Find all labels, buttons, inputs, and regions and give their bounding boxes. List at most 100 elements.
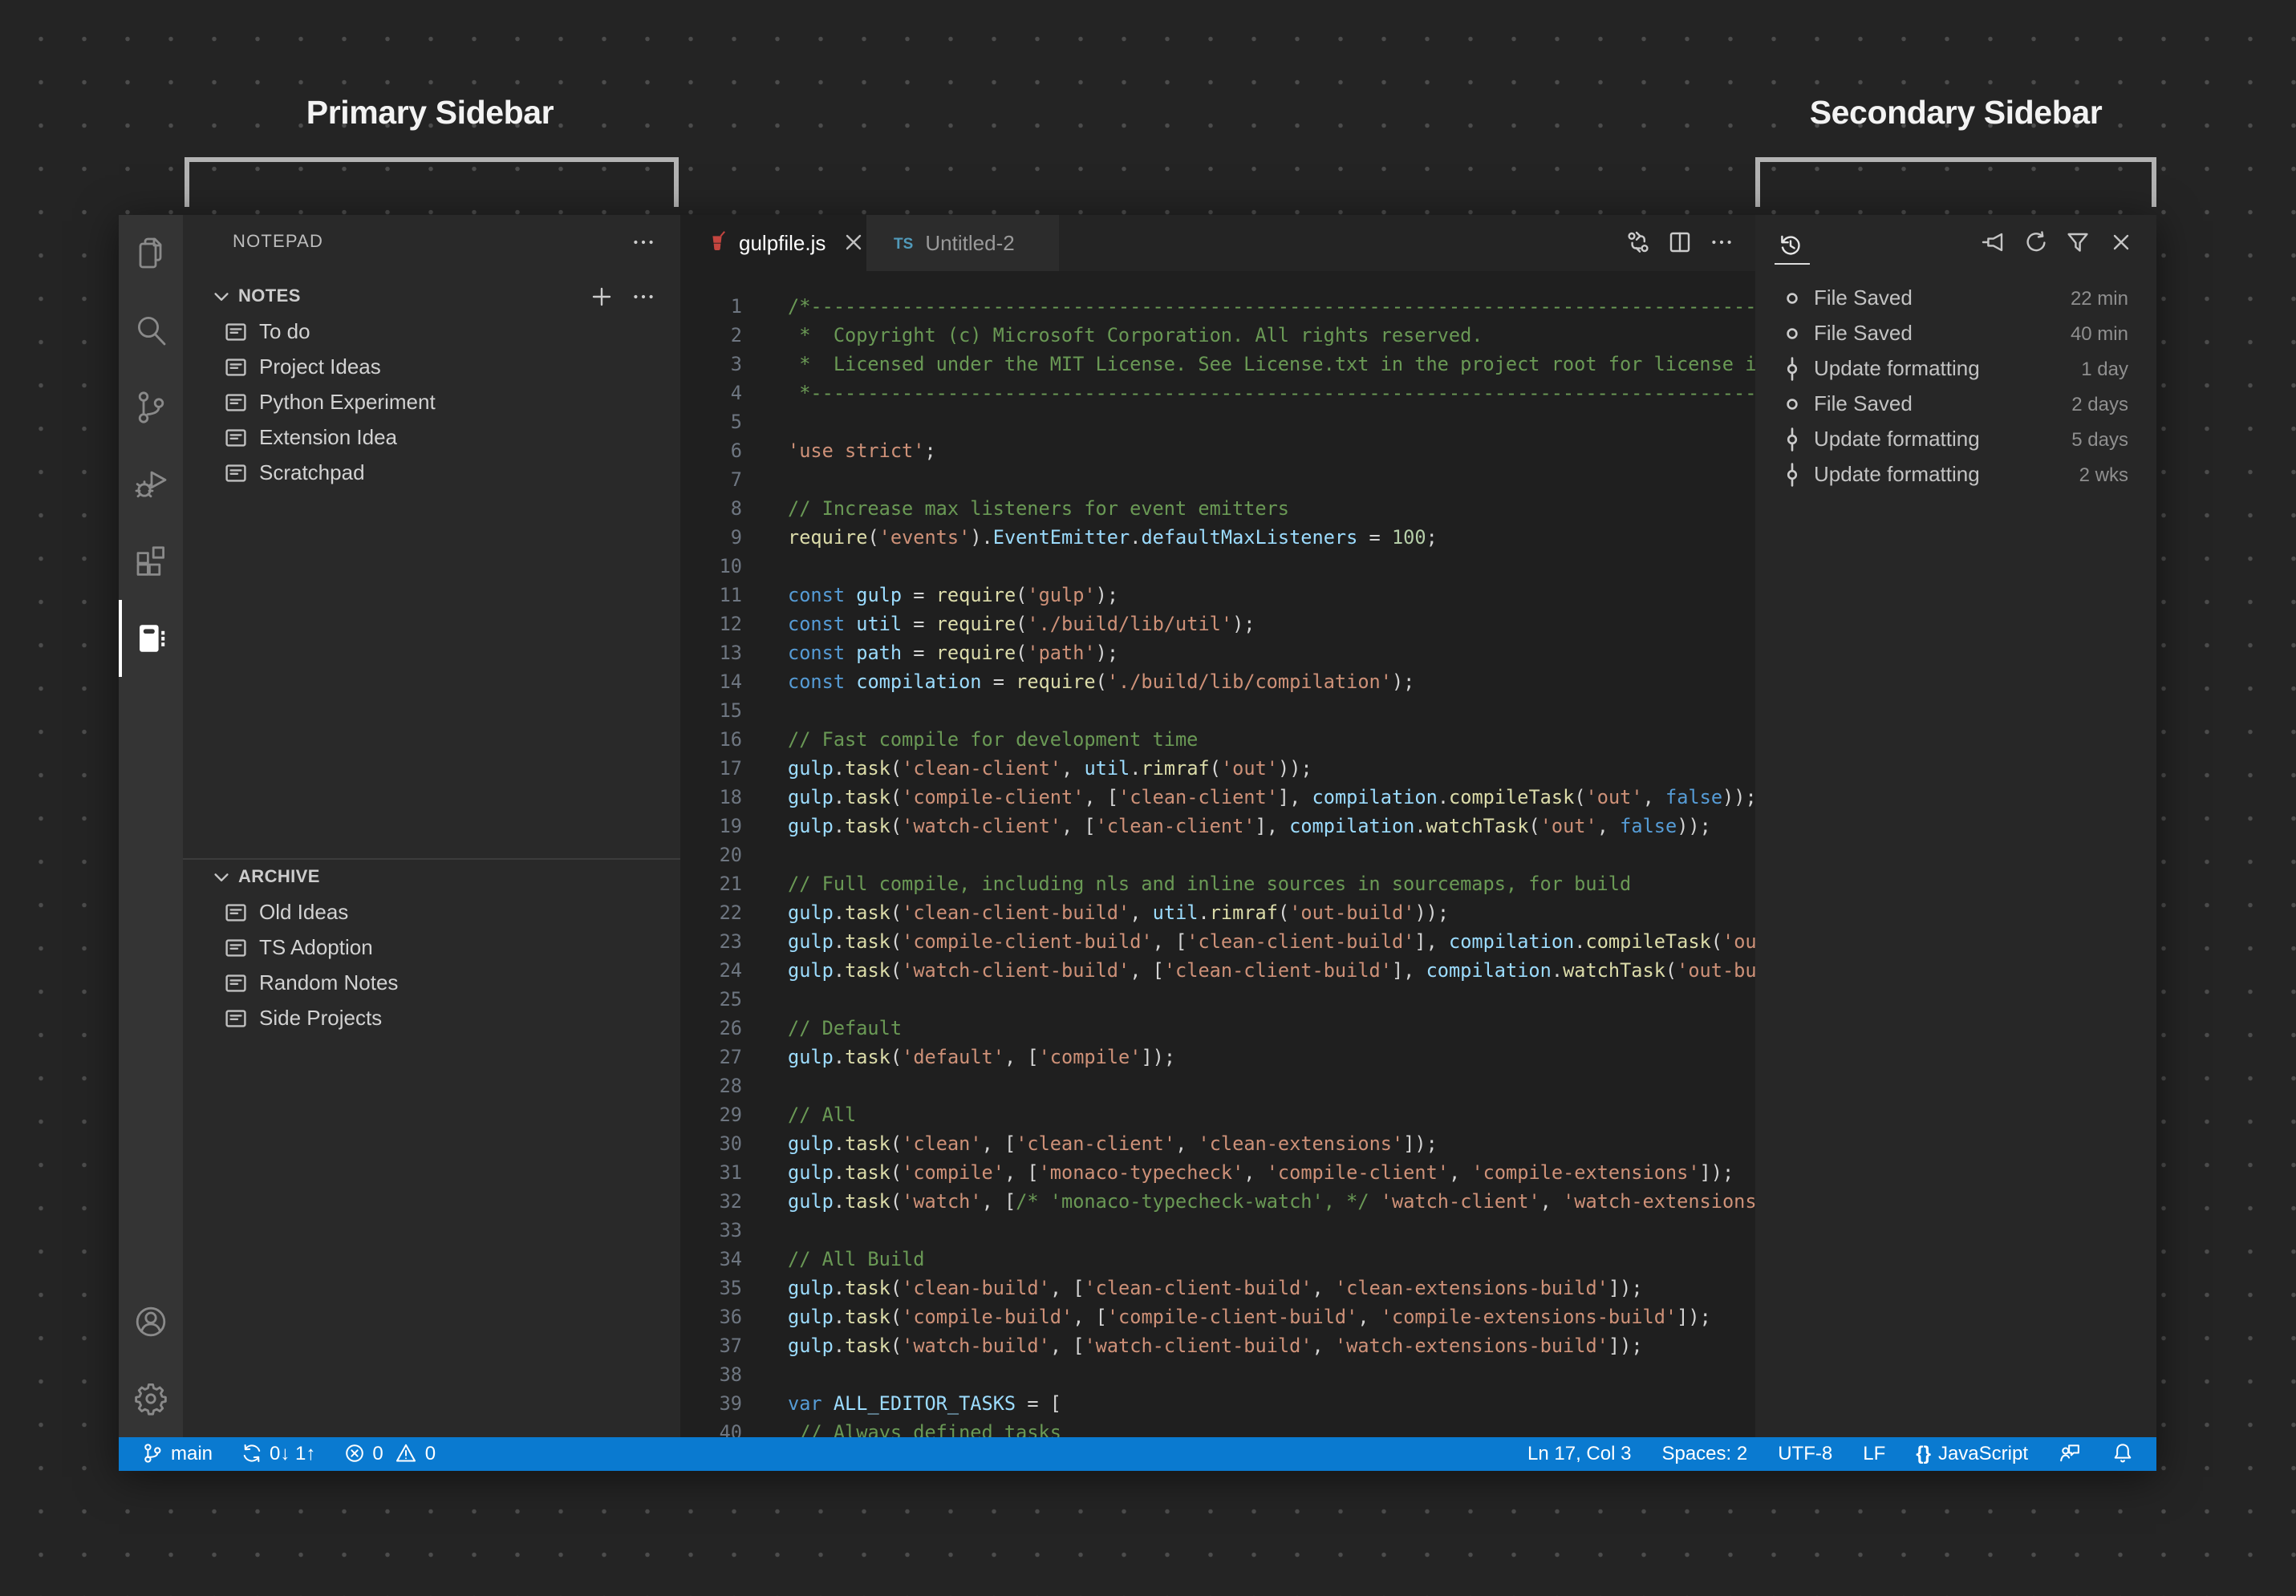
tab-gulpfile.js[interactable]: gulpfile.js (679, 214, 866, 270)
code-line[interactable]: 37 gulp.task('watch-build', ['watch-clien… (679, 1331, 1755, 1359)
note-item[interactable]: To do (183, 314, 679, 350)
code-line[interactable]: 4 *-------------------------------------… (679, 378, 1755, 407)
section-header-notes[interactable]: NOTES (183, 279, 679, 314)
activity-bar-item-account[interactable] (118, 1282, 183, 1359)
more-actions-icon[interactable] (630, 229, 655, 255)
code-line[interactable]: 40 // Always defined tasks (679, 1417, 1755, 1436)
branch-status[interactable]: main (141, 1442, 213, 1464)
code-line[interactable]: 25 (679, 984, 1755, 1013)
code-line[interactable]: 36 gulp.task('compile-build', ['compile-c… (679, 1302, 1755, 1331)
note-item[interactable]: Random Notes (183, 966, 679, 1001)
more-actions-icon[interactable] (630, 284, 655, 310)
code-line[interactable]: 6'use strict'; (679, 435, 1755, 464)
indentation[interactable]: Spaces: 2 (1661, 1442, 1747, 1464)
timeline-item[interactable]: File Saved 2 days (1755, 387, 2156, 422)
problems-status[interactable]: 00 (343, 1442, 436, 1464)
cursor-position[interactable]: Ln 17, Col 3 (1527, 1442, 1631, 1464)
code-line[interactable]: 14 const compilation = require('./build/l… (679, 666, 1755, 695)
code-line[interactable]: 26// Default (679, 1013, 1755, 1042)
timeline-header (1755, 214, 2156, 270)
line-number: 7 (730, 468, 742, 490)
note-item[interactable]: Project Ideas (183, 350, 679, 385)
activity-bar-item-extensions[interactable] (118, 522, 183, 599)
timeline-item[interactable]: Update formatting 5 days (1755, 422, 2156, 457)
line-number: 6 (730, 439, 742, 461)
note-item[interactable]: Python Experiment (183, 385, 679, 420)
close-icon[interactable] (2107, 229, 2133, 255)
encoding[interactable]: UTF-8 (1778, 1442, 1832, 1464)
code-line[interactable]: 30 gulp.task('clean', ['clean-client', 'c… (679, 1128, 1755, 1157)
code-line[interactable]: 39 var ALL_EDITOR_TASKS = [ (679, 1388, 1755, 1417)
code-line[interactable]: 29// All (679, 1100, 1755, 1128)
code-line[interactable]: 1/*-------------------------------------… (679, 291, 1755, 320)
timeline-item[interactable]: Update formatting 1 day (1755, 351, 2156, 387)
activity-bar-item-search[interactable] (118, 291, 183, 368)
code-line[interactable]: 15 (679, 695, 1755, 724)
code-line[interactable]: 22 gulp.task('clean-client-build', util.r… (679, 897, 1755, 926)
code-line[interactable]: 32 gulp.task('watch', [/* 'monaco-typeche… (679, 1186, 1755, 1215)
settings-gear-icon (132, 1379, 170, 1417)
code-line[interactable]: 10 (679, 551, 1755, 580)
feedback[interactable] (2059, 1442, 2081, 1464)
code-line[interactable]: 18 gulp.task('compile-client', ['clean-cl… (679, 782, 1755, 811)
timeline-item[interactable]: File Saved 40 min (1755, 316, 2156, 351)
history-icon[interactable] (1777, 232, 1803, 257)
line-number: 13 (719, 641, 742, 663)
code-line[interactable]: 8// Increase max listeners for event emi… (679, 493, 1755, 522)
code-line[interactable]: 9 require('events').EventEmitter.defaultM… (679, 522, 1755, 551)
note-item[interactable]: Old Ideas (183, 895, 679, 930)
code-line[interactable]: 19 gulp.task('watch-client', ['clean-clie… (679, 811, 1755, 840)
notifications[interactable] (2111, 1442, 2134, 1464)
language-mode[interactable]: {} JavaScript (1916, 1442, 2028, 1464)
code-line[interactable]: 17 gulp.task('clean-client', util.rimraf(… (679, 753, 1755, 782)
code-line[interactable]: 21// Full compile, including nls and inl… (679, 869, 1755, 897)
code-line[interactable]: 31 gulp.task('compile', ['monaco-typechec… (679, 1157, 1755, 1186)
activity-bar-item-files[interactable] (118, 214, 183, 291)
chevron-down-icon (208, 284, 233, 310)
note-item[interactable]: TS Adoption (183, 930, 679, 966)
activity-bar-item-notepad[interactable] (118, 599, 183, 676)
activity-bar-item-settings-gear[interactable] (118, 1359, 183, 1436)
line-number: 36 (719, 1305, 742, 1327)
split-editor-icon[interactable] (1667, 229, 1693, 255)
code-line[interactable]: 24 gulp.task('watch-client-build', ['clea… (679, 955, 1755, 984)
code-line[interactable]: 33 (679, 1215, 1755, 1244)
code-line[interactable]: 5 (679, 407, 1755, 435)
code-line[interactable]: 13 const path = require('path'); (679, 638, 1755, 666)
open-changes-icon[interactable] (1625, 229, 1651, 255)
note-icon (223, 970, 249, 996)
code-editor[interactable]: 1/*-------------------------------------… (679, 270, 1755, 1436)
refresh-icon[interactable] (2022, 229, 2048, 255)
code-line[interactable]: 3 * Licensed under the MIT License. See … (679, 349, 1755, 378)
tab-Untitled-2[interactable]: TS Untitled-2 (866, 214, 1060, 270)
timeline-item-time: 40 min (2070, 322, 2128, 345)
code-line[interactable]: 12 const util = require('./build/lib/util… (679, 609, 1755, 638)
note-item[interactable]: Extension Idea (183, 420, 679, 456)
code-line[interactable]: 11 const gulp = require('gulp'); (679, 580, 1755, 609)
sync-status[interactable]: 0↓ 1↑ (240, 1442, 315, 1464)
code-line[interactable]: 2 * Copyright (c) Microsoft Corporation.… (679, 320, 1755, 349)
activity-bar-item-source-control[interactable] (118, 368, 183, 445)
new-note-icon[interactable] (588, 284, 614, 310)
code-line[interactable]: 34// All Build (679, 1244, 1755, 1273)
note-item[interactable]: Scratchpad (183, 456, 679, 491)
pin-icon[interactable] (1980, 229, 2006, 255)
timeline-item[interactable]: Update formatting 2 wks (1755, 457, 2156, 492)
timeline-item[interactable]: File Saved 22 min (1755, 281, 2156, 316)
note-item[interactable]: Side Projects (183, 1001, 679, 1036)
code-line[interactable]: 38 (679, 1359, 1755, 1388)
code-line[interactable]: 20 (679, 840, 1755, 869)
code-line[interactable]: 27 gulp.task('default', ['compile']); (679, 1042, 1755, 1071)
eol[interactable]: LF (1863, 1442, 1885, 1464)
code-line[interactable]: 28 (679, 1071, 1755, 1100)
filter-icon[interactable] (2065, 229, 2091, 255)
code-line[interactable]: 35 gulp.task('clean-build', ['clean-clien… (679, 1273, 1755, 1302)
section-header-archive[interactable]: ARCHIVE (183, 860, 679, 895)
activity-bar-item-run-debug[interactable] (118, 445, 183, 522)
code-line[interactable]: 7 (679, 464, 1755, 493)
line-number: 4 (730, 381, 742, 403)
more-actions-icon[interactable] (1709, 229, 1734, 255)
close-icon[interactable] (840, 229, 866, 255)
code-line[interactable]: 23 gulp.task('compile-client-build', ['cl… (679, 926, 1755, 955)
code-line[interactable]: 16// Fast compile for development time (679, 724, 1755, 753)
